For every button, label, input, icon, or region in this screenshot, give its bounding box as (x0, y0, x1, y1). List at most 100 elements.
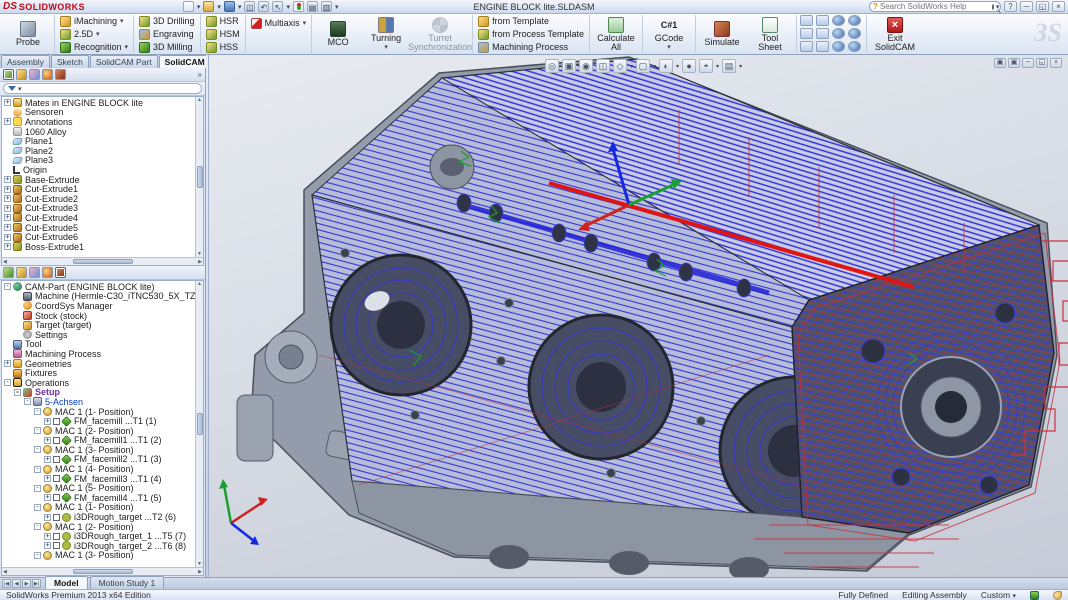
undo-icon[interactable]: ↶ (258, 1, 269, 12)
select-icon[interactable]: ↖ (272, 1, 283, 12)
cam-tree-item[interactable]: - MAC 1 (2- Position) (2, 426, 195, 436)
units-selector[interactable]: Custom ▾ (981, 590, 1016, 600)
cam-property-manager-icon[interactable] (16, 267, 27, 278)
expand-toggle[interactable]: + (4, 99, 11, 106)
graphics-viewport[interactable]: ◎ ▣ ◉ ◫ ◇▾ ▢▾ ◐▾ ● ◓▾ ▤▾ ▣ ▣ ─ ◱ × (209, 55, 1068, 577)
display-manager-icon[interactable] (55, 69, 66, 80)
feature-tree-vscrollbar[interactable]: ▲▼ (195, 97, 203, 257)
expand-toggle[interactable]: - (4, 379, 11, 386)
expand-toggle[interactable]: - (34, 504, 41, 511)
cam-tree-item[interactable]: - Operations (2, 378, 195, 388)
properties-dropdown-caret[interactable]: ▾ (335, 3, 339, 11)
feature-tree-hscrollbar[interactable]: ◀▶ (2, 257, 203, 265)
display-option-icon[interactable] (800, 41, 813, 52)
simulate-button[interactable]: Simulate (699, 20, 745, 48)
expand-toggle[interactable]: - (34, 552, 41, 559)
view-orientation-icon[interactable]: ◇ (613, 59, 627, 73)
tree-item[interactable]: + Cut-Extrude4 (2, 213, 195, 223)
doc-next-window-icon[interactable]: ▣ (1008, 58, 1020, 68)
cam-tree-item[interactable]: - MAC 1 (3- Position) (2, 551, 195, 561)
doc-restore-button[interactable]: ◱ (1036, 58, 1048, 68)
machining-process-button[interactable]: Machining Process (476, 41, 586, 53)
minimize-button[interactable]: ─ (1020, 1, 1033, 12)
tree-item[interactable]: Sensoren (2, 108, 195, 118)
tab-motion-study[interactable]: Motion Study 1 (90, 576, 165, 589)
tree-item[interactable]: + Cut-Extrude3 (2, 204, 195, 214)
tree-item[interactable]: + Annotations (2, 117, 195, 127)
view-settings-icon[interactable]: ▤ (722, 59, 736, 73)
expand-toggle[interactable]: - (34, 427, 41, 434)
expand-toggle[interactable]: + (44, 418, 51, 425)
open-dropdown-caret[interactable]: ▾ (217, 3, 221, 11)
cam-tree-item[interactable]: - MAC 1 (4- Position) (2, 464, 195, 474)
rebuild-traffic-icon[interactable] (293, 1, 304, 12)
help-search-box[interactable]: ? ▾ (869, 1, 1001, 12)
expand-toggle[interactable]: - (34, 408, 41, 415)
cam-tree-item[interactable]: Settings (2, 330, 195, 340)
property-manager-icon[interactable] (16, 69, 27, 80)
tree-item[interactable]: + Base-Extrude (2, 175, 195, 185)
cam-tree-item[interactable]: Machining Process (2, 349, 195, 359)
cam-tree-item[interactable]: Target (target) (2, 320, 195, 330)
tree-item[interactable]: Plane3 (2, 156, 195, 166)
feature-manager-icon[interactable] (3, 69, 14, 80)
expand-toggle[interactable]: - (34, 446, 41, 453)
3d-drilling-button[interactable]: 3D Drilling (137, 15, 197, 27)
tree-item[interactable]: + Cut-Extrude1 (2, 184, 195, 194)
tree-item[interactable]: Origin (2, 165, 195, 175)
hss-button[interactable]: HSS (204, 41, 242, 53)
tool-sheet-button[interactable]: Tool Sheet (747, 16, 793, 53)
cam-tree-item[interactable]: - MAC 1 (3- Position) (2, 445, 195, 455)
cam-configuration-manager-icon[interactable] (29, 267, 40, 278)
expand-toggle[interactable]: + (4, 243, 11, 250)
expand-toggle[interactable]: + (44, 542, 51, 549)
first-tab-arrow[interactable]: |◀ (2, 579, 11, 588)
expand-toggle[interactable]: + (4, 118, 11, 125)
options-icon[interactable]: ▤ (307, 1, 318, 12)
tree-item[interactable]: + Cut-Extrude6 (2, 232, 195, 242)
recognition-button[interactable]: Recognition▾ (58, 41, 130, 53)
operation-checkbox[interactable] (53, 475, 60, 482)
expand-toggle[interactable]: - (34, 466, 41, 473)
display-option-icon[interactable] (832, 15, 845, 26)
new-dropdown-caret[interactable]: ▾ (197, 3, 201, 11)
apply-scene-icon[interactable]: ◓ (699, 59, 713, 73)
expand-toggle[interactable]: - (14, 389, 21, 396)
cam-tree-item[interactable]: + FM_facemill3 ...T1 (4) (2, 474, 195, 484)
configuration-manager-icon[interactable] (29, 69, 40, 80)
expand-toggle[interactable]: - (34, 485, 41, 492)
dimxpert-manager-icon[interactable] (42, 69, 53, 80)
cam-tree-item[interactable]: + FM_facemill ...T1 (1) (2, 416, 195, 426)
doc-close-button[interactable]: × (1050, 58, 1062, 68)
expand-toggle[interactable]: + (44, 514, 51, 521)
cam-tree-item[interactable]: - MAC 1 (1- Position) (2, 407, 195, 417)
zoom-to-fit-icon[interactable]: ◎ (545, 59, 559, 73)
close-button[interactable]: × (1052, 1, 1065, 12)
display-option-icon[interactable] (816, 15, 829, 26)
tree-item[interactable]: Plane1 (2, 136, 195, 146)
tree-item[interactable]: Plane2 (2, 146, 195, 156)
turning-button[interactable]: Turning▾ (363, 16, 409, 53)
cam-tree-item[interactable]: + i3DRough_target_2 ...T6 (8) (2, 541, 195, 551)
expand-toggle[interactable]: + (4, 176, 11, 183)
gcode-button[interactable]: C#1GCode▾ (646, 16, 692, 53)
tab-assembly[interactable]: Assembly (1, 55, 50, 68)
from-process-template-button[interactable]: from Process Template (476, 28, 586, 40)
probe-button[interactable]: Probe (5, 20, 51, 48)
operation-checkbox[interactable] (53, 456, 60, 463)
display-option-icon[interactable] (816, 28, 829, 39)
tab-solidcam-part[interactable]: SolidCAM Part (90, 55, 158, 68)
cam-tree-item[interactable]: Stock (stock) (2, 311, 195, 321)
engraving-button[interactable]: Engraving (137, 28, 197, 40)
hide-show-items-icon[interactable]: ◐ (659, 59, 673, 73)
tree-item[interactable]: 1060 Alloy (2, 127, 195, 137)
operation-checkbox[interactable] (53, 514, 60, 521)
cam-tree-item[interactable]: + Geometries (2, 359, 195, 369)
expand-toggle[interactable]: + (4, 224, 11, 231)
cam-tree-item[interactable]: - Setup (2, 388, 195, 398)
cam-tree-item[interactable]: Tool (2, 340, 195, 350)
cam-tree-item[interactable]: + FM_facemill4 ...T1 (5) (2, 493, 195, 503)
from-template-button[interactable]: from Template (476, 15, 586, 27)
3d-milling-button[interactable]: 3D Milling (137, 41, 197, 53)
expand-toggle[interactable]: + (4, 360, 11, 367)
